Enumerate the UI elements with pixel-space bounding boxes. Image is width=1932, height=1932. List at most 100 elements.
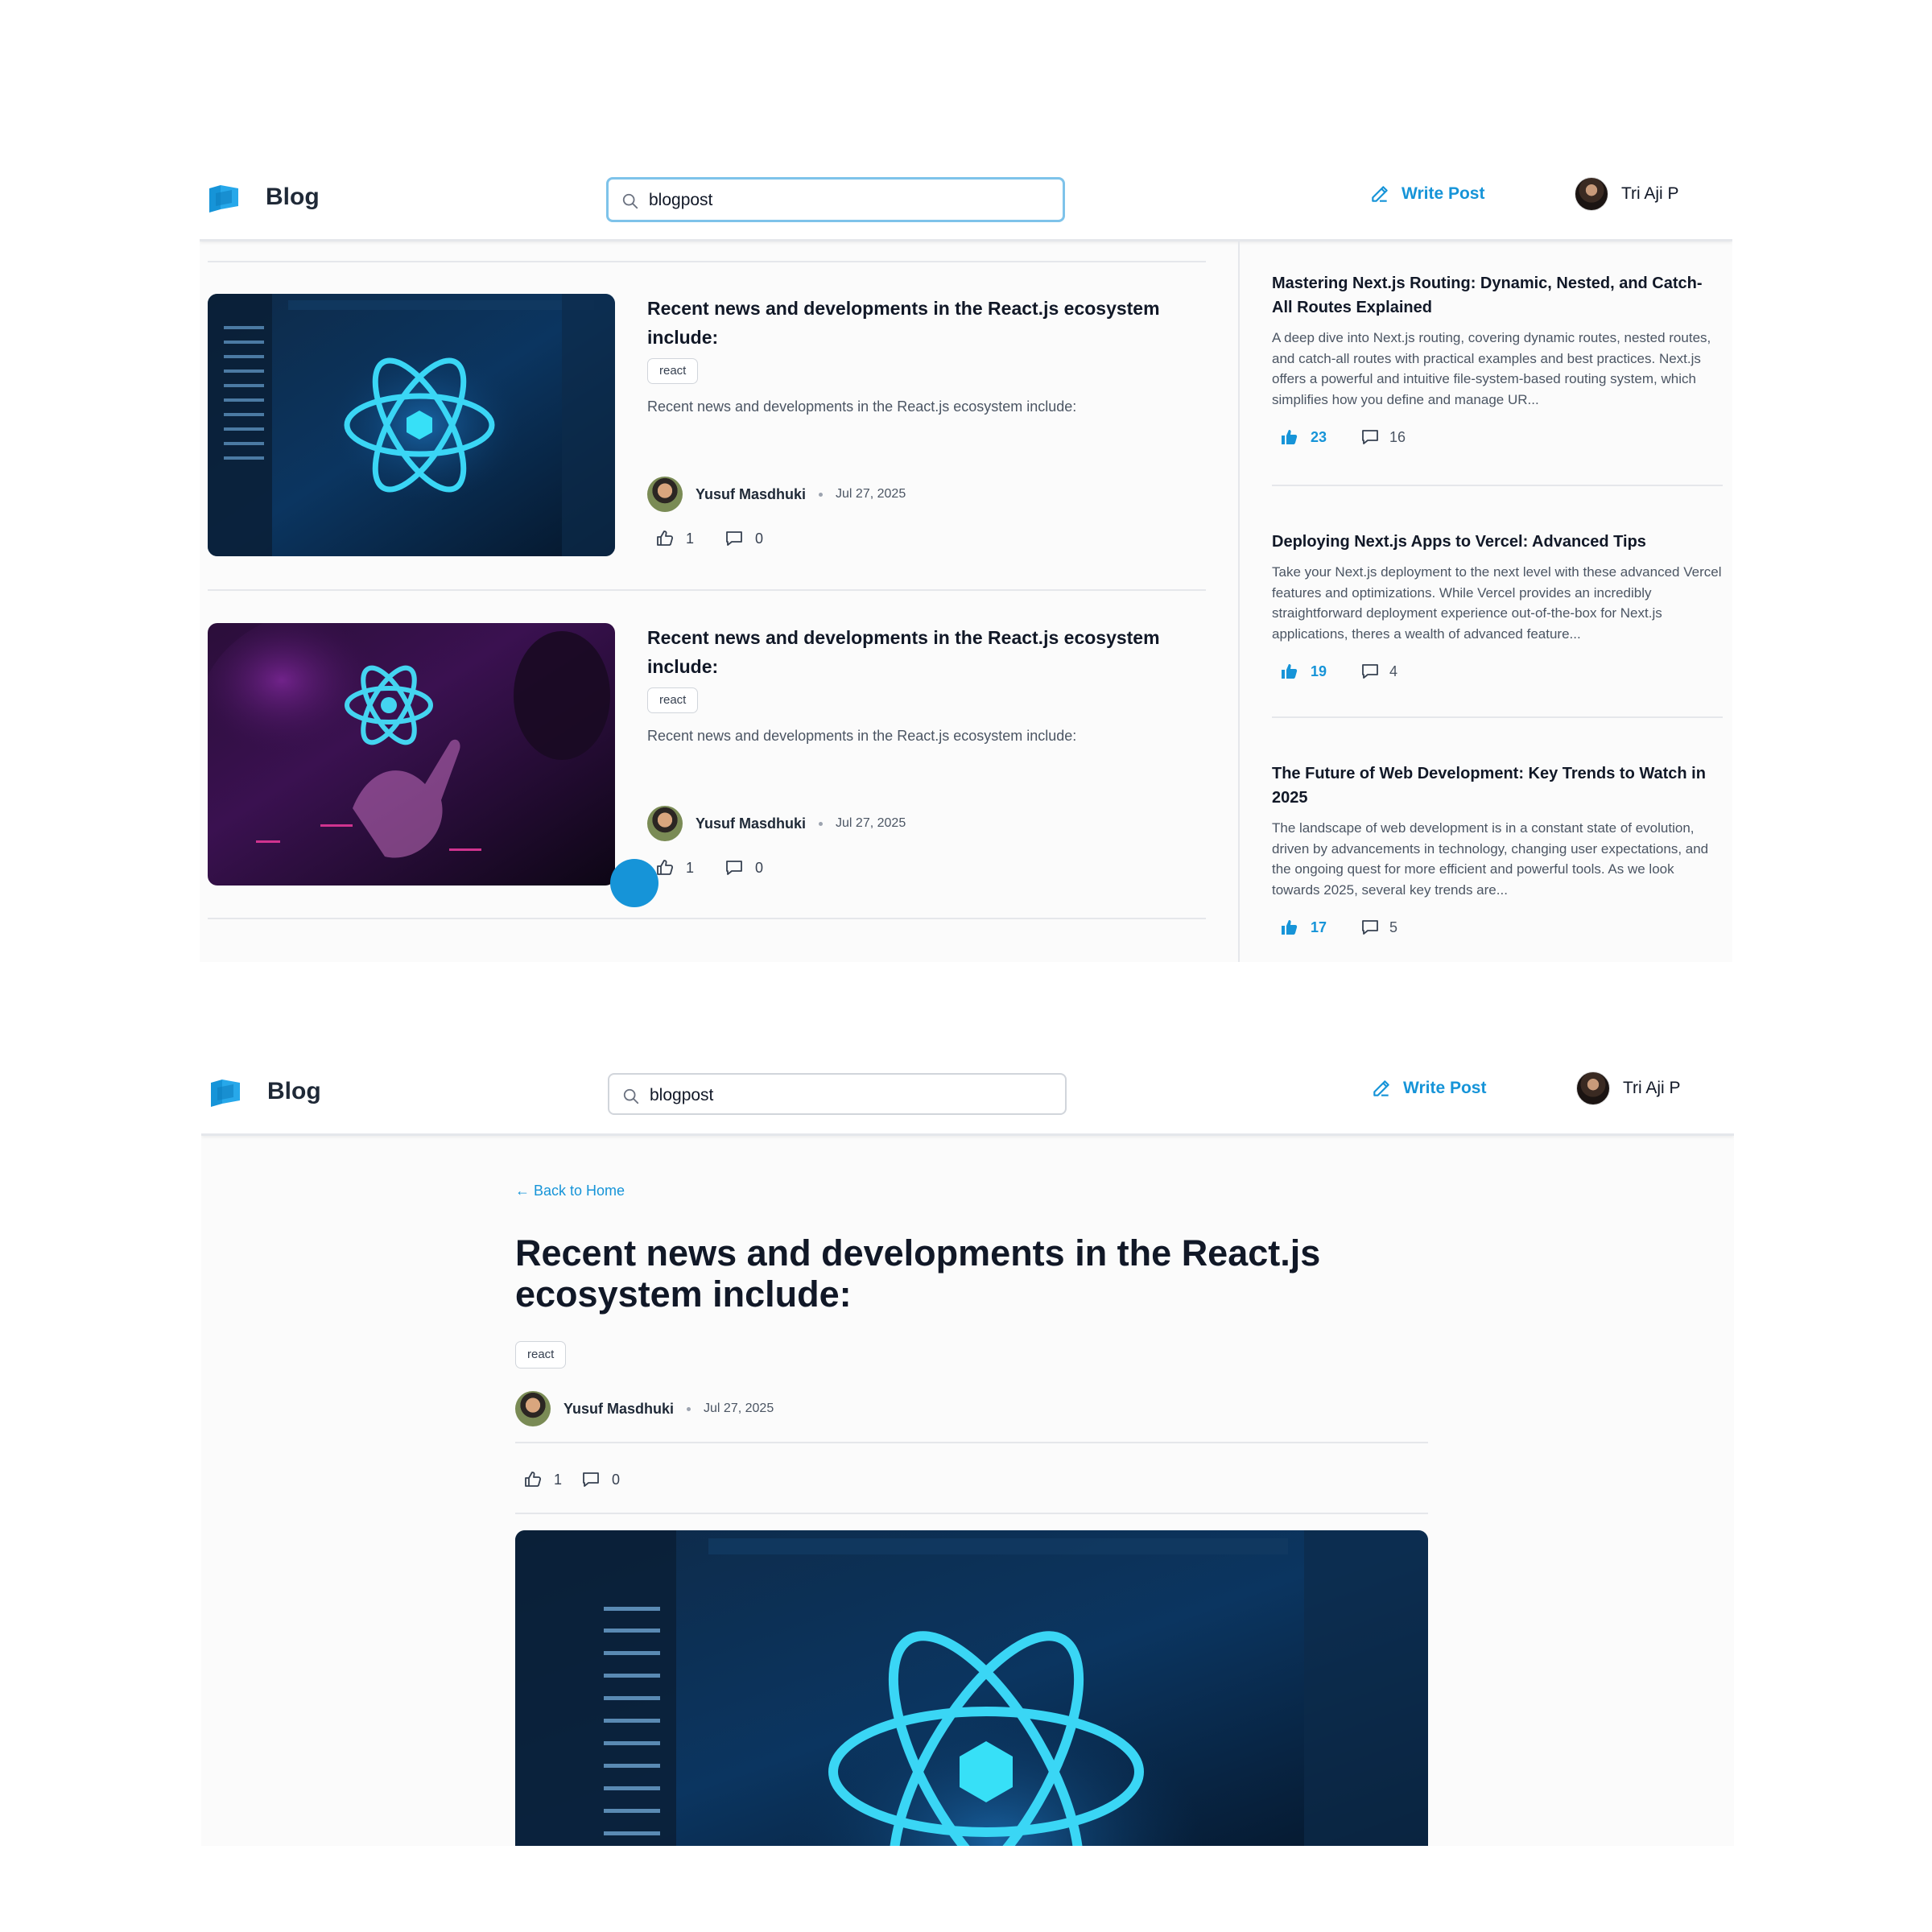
comment-count: 5 — [1389, 919, 1398, 935]
article-date: Jul 27, 2025 — [704, 1402, 774, 1415]
post-date: Jul 27, 2025 — [836, 816, 906, 830]
post-detail-screen: Blog Write Post Tri Aji P ← Back to Home… — [201, 1047, 1734, 1846]
post-stats: 1 0 — [655, 529, 782, 548]
write-post-button[interactable]: Write Post — [1371, 1078, 1486, 1099]
divider — [1272, 485, 1723, 486]
separator-dot — [819, 821, 824, 826]
user-name: Tri Aji P — [1623, 1079, 1681, 1097]
top-nav: Blog Write Post Tri Aji P — [200, 153, 1732, 242]
comment-button[interactable]: 4 — [1360, 662, 1397, 681]
post-author: Yusuf Masdhuki Jul 27, 2025 — [647, 477, 906, 512]
like-count: 17 — [1311, 919, 1327, 935]
brand-title[interactable]: Blog — [267, 1078, 321, 1105]
write-post-button[interactable]: Write Post — [1369, 184, 1484, 204]
sidebar-post-title[interactable]: Deploying Next.js Apps to Vercel: Advanc… — [1272, 530, 1723, 554]
thumbs-up-icon — [657, 530, 674, 546]
pagination-current-page[interactable] — [610, 859, 658, 907]
separator-dot — [687, 1406, 691, 1411]
sidebar-divider — [1238, 242, 1240, 962]
search-icon — [622, 193, 638, 209]
post-card[interactable]: Recent news and developments in the Reac… — [208, 294, 1206, 559]
tag-badge[interactable]: react — [647, 687, 699, 713]
search-box[interactable] — [606, 177, 1065, 222]
comment-button[interactable]: 0 — [724, 858, 763, 877]
tag-badge[interactable]: react — [515, 1341, 567, 1368]
search-input[interactable] — [649, 186, 1051, 215]
post-title[interactable]: Recent news and developments in the Reac… — [647, 294, 1162, 352]
comment-icon — [1362, 920, 1378, 935]
thumbs-up-filled-icon — [1282, 664, 1298, 679]
comment-icon — [583, 1472, 599, 1487]
top-nav: Blog Write Post Tri Aji P — [201, 1047, 1734, 1136]
like-count: 1 — [686, 859, 695, 876]
comment-button[interactable]: 0 — [581, 1470, 620, 1489]
tag-badge[interactable]: react — [647, 358, 699, 384]
divider — [208, 918, 1206, 919]
author-avatar — [647, 806, 683, 841]
like-button[interactable]: 17 — [1280, 918, 1327, 937]
comment-icon — [1362, 664, 1378, 679]
thumbs-up-icon — [525, 1472, 542, 1487]
sidebar-post-excerpt: A deep dive into Next.js routing, coveri… — [1272, 330, 1711, 407]
search-box[interactable] — [608, 1073, 1067, 1115]
pencil-icon — [1372, 186, 1388, 202]
logo-icon[interactable] — [209, 1076, 242, 1108]
like-button[interactable]: 19 — [1280, 662, 1327, 681]
pencil-icon — [1373, 1080, 1389, 1096]
logo-icon[interactable] — [208, 182, 240, 214]
sidebar-post-excerpt: The landscape of web development is in a… — [1272, 820, 1709, 898]
author-name: Yusuf Masdhuki — [696, 815, 807, 832]
post-feed: Recent news and developments in the Reac… — [208, 242, 1206, 962]
react-hand-image — [208, 623, 615, 886]
author-avatar — [515, 1391, 551, 1426]
divider — [515, 1442, 1428, 1443]
article-hero-image — [515, 1530, 1428, 1846]
separator-dot — [819, 492, 824, 497]
like-button[interactable]: 23 — [1280, 427, 1327, 447]
react-atom-image — [208, 294, 615, 556]
divider — [515, 1513, 1428, 1514]
back-to-home-link[interactable]: ← Back to Home — [515, 1183, 625, 1199]
sidebar-post-stats: 19 4 — [1272, 662, 1723, 681]
post-thumbnail[interactable] — [208, 623, 615, 886]
search-input[interactable] — [650, 1081, 1052, 1110]
write-post-label: Write Post — [1402, 184, 1485, 203]
sidebar-post[interactable]: The Future of Web Development: Key Trend… — [1272, 762, 1723, 937]
sidebar-post[interactable]: Mastering Next.js Routing: Dynamic, Nest… — [1272, 271, 1723, 447]
comment-button[interactable]: 0 — [724, 529, 763, 548]
comment-count: 0 — [612, 1471, 621, 1488]
comment-count: 0 — [755, 530, 764, 547]
like-count: 19 — [1311, 663, 1327, 679]
post-thumbnail[interactable] — [208, 294, 615, 556]
comment-icon — [726, 531, 742, 546]
post-stats: 1 0 — [655, 858, 782, 877]
write-post-label: Write Post — [1403, 1079, 1487, 1097]
like-button[interactable]: 1 — [523, 1470, 562, 1489]
author-name: Yusuf Masdhuki — [564, 1400, 675, 1417]
comment-button[interactable]: 5 — [1360, 918, 1397, 937]
post-card[interactable]: Recent news and developments in the Reac… — [208, 623, 1206, 889]
sidebar-post[interactable]: Deploying Next.js Apps to Vercel: Advanc… — [1272, 530, 1723, 681]
like-button[interactable]: 1 — [655, 529, 694, 548]
post-title[interactable]: Recent news and developments in the Reac… — [647, 623, 1162, 681]
sidebar-post-title[interactable]: Mastering Next.js Routing: Dynamic, Nest… — [1272, 271, 1723, 320]
comment-button[interactable]: 16 — [1360, 427, 1406, 447]
like-button[interactable]: 1 — [655, 858, 694, 877]
sidebar-post-excerpt: Take your Next.js deployment to the next… — [1272, 564, 1722, 642]
brand-title[interactable]: Blog — [266, 184, 320, 211]
comment-count: 4 — [1389, 663, 1398, 679]
post-excerpt: Recent news and developments in the Reac… — [647, 398, 1077, 415]
home-screen: Blog Write Post Tri Aji P — [200, 153, 1732, 962]
divider — [208, 261, 1206, 262]
user-avatar — [1575, 177, 1608, 211]
article-author: Yusuf Masdhuki Jul 27, 2025 — [515, 1391, 774, 1426]
user-menu[interactable]: Tri Aji P — [1576, 1071, 1681, 1105]
user-menu[interactable]: Tri Aji P — [1575, 177, 1679, 211]
react-atom-image — [515, 1530, 1428, 1846]
thumbs-up-filled-icon — [1282, 430, 1298, 444]
thumbs-up-filled-icon — [1282, 920, 1298, 935]
like-count: 1 — [554, 1471, 563, 1488]
sidebar-post-stats: 17 5 — [1272, 918, 1723, 937]
comment-icon — [1362, 430, 1378, 444]
sidebar-post-title[interactable]: The Future of Web Development: Key Trend… — [1272, 762, 1723, 810]
